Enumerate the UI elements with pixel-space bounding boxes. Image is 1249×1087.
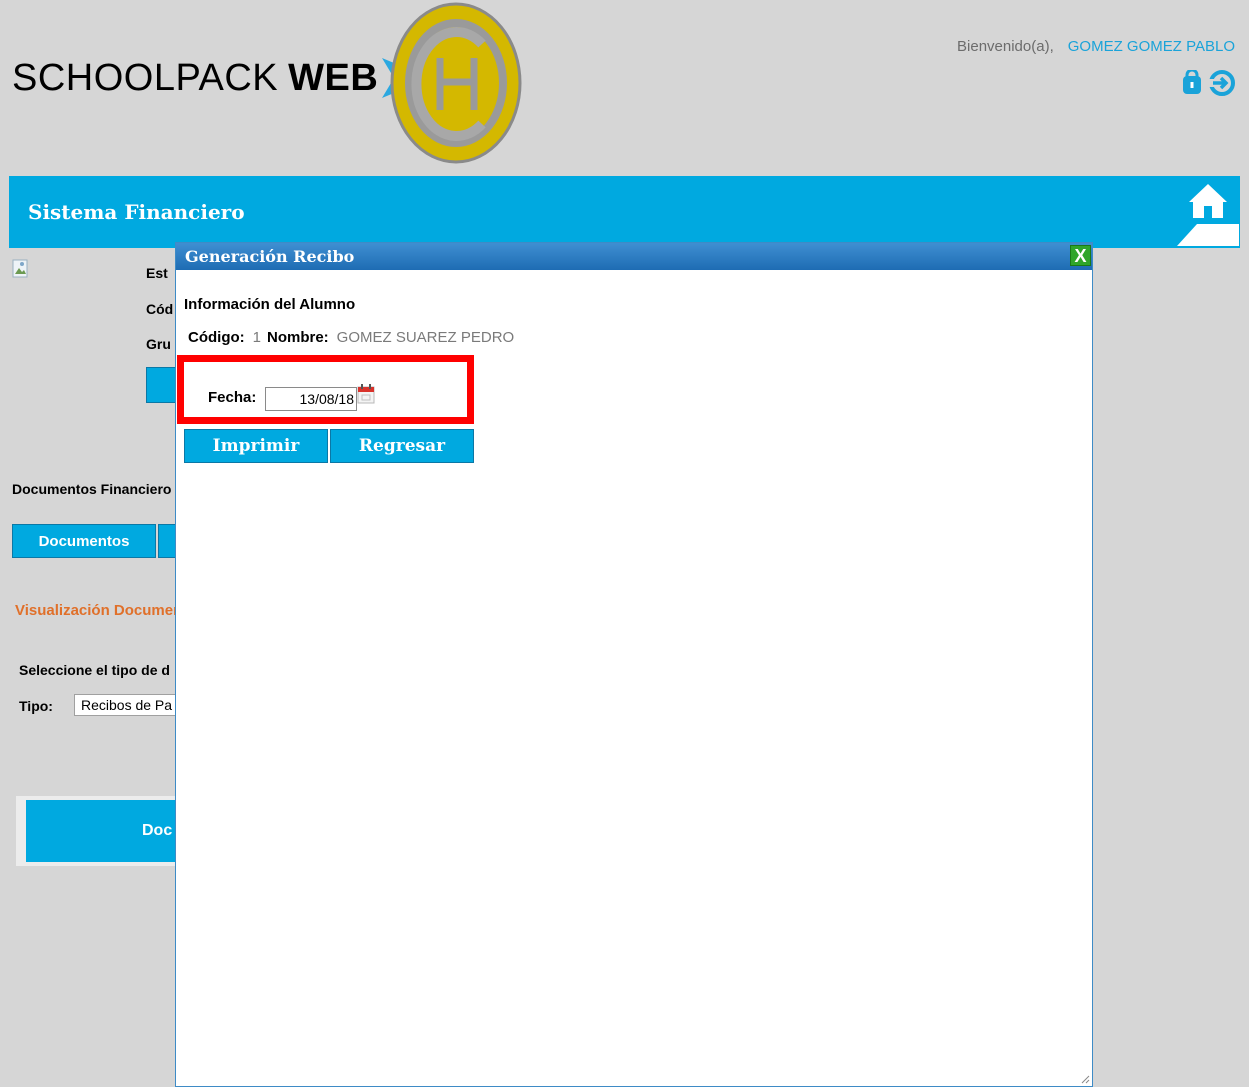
visualization-title: Visualización Documer [15, 602, 179, 619]
student-name-value: GOMEZ SUAREZ PEDRO [336, 329, 515, 346]
welcome-text: Bienvenido(a), [957, 38, 1054, 55]
documents-big-button[interactable]: Doc [26, 800, 186, 862]
code-label: Cód [146, 301, 174, 317]
brand-name-part2: WEB [288, 56, 379, 99]
student-code-label: Código: [188, 329, 245, 346]
brand-name-part1: SCHOOLPACK [12, 56, 279, 99]
page-title: Sistema Financiero [28, 200, 245, 224]
calendar-icon[interactable] [357, 384, 375, 404]
welcome-area: Bienvenido(a), GOMEZ GOMEZ PABLO [957, 38, 1235, 55]
resize-handle-icon[interactable] [1080, 1074, 1090, 1084]
logout-icon[interactable] [1209, 70, 1235, 96]
receipt-generation-dialog: Generación Recibo X Información del Alum… [175, 242, 1093, 1087]
close-icon[interactable]: X [1070, 245, 1091, 266]
group-label: Gru [146, 336, 171, 352]
lock-icon[interactable] [1181, 70, 1203, 96]
dialog-title: Generación Recibo [185, 247, 355, 266]
brand-logo-text: SCHOOLPACK WEB [12, 56, 432, 100]
financial-documents-title: Documentos Financiero [12, 481, 172, 497]
student-name-label: Nombre: [267, 329, 329, 346]
tipo-label: Tipo: [19, 698, 53, 714]
student-photo-broken-image [12, 259, 28, 278]
page-action-button[interactable] [146, 367, 176, 403]
user-name-link[interactable]: GOMEZ GOMEZ PABLO [1068, 38, 1235, 55]
header-actions [1181, 70, 1235, 96]
tab-documentos[interactable]: Documentos [12, 524, 156, 558]
tipo-select[interactable]: Recibos de Pa [74, 694, 184, 716]
student-label: Est [146, 265, 168, 281]
student-code-value: 1 [252, 329, 261, 346]
date-label: Fecha: [208, 389, 257, 406]
home-icon[interactable] [1177, 180, 1239, 246]
dialog-titlebar[interactable]: Generación Recibo X [176, 243, 1092, 270]
documents-big-button-label: Doc [142, 822, 173, 839]
print-button[interactable]: Imprimir [184, 429, 328, 463]
school-logo-emblem [390, 2, 522, 164]
back-button[interactable]: Regresar [330, 429, 474, 463]
date-input[interactable]: 13/08/18 [265, 387, 357, 411]
student-info-row: Código: 1 Nombre: GOMEZ SUAREZ PEDRO [188, 329, 520, 346]
select-type-prompt: Seleccione el tipo de d [19, 662, 170, 678]
student-info-heading: Información del Alumno [184, 296, 356, 313]
